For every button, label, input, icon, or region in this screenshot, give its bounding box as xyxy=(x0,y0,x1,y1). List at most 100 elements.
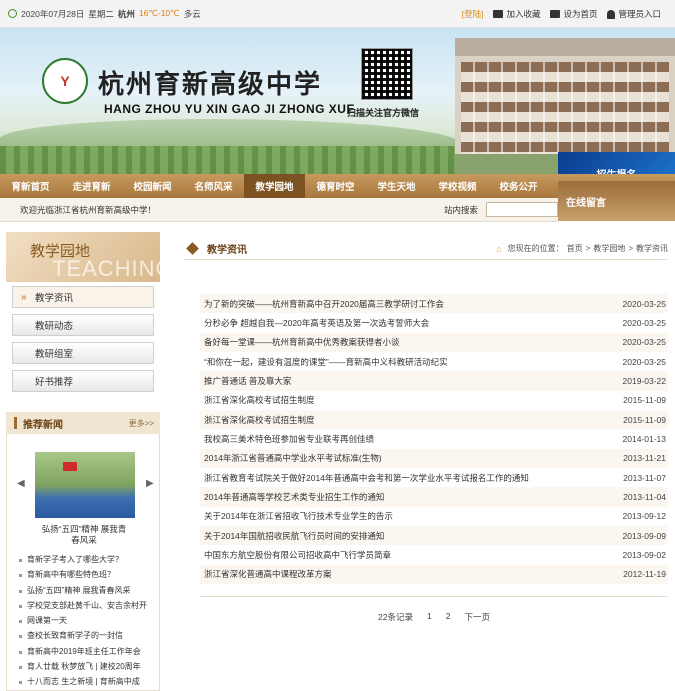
login-link[interactable]: [登陆] xyxy=(462,8,484,20)
page-link-2[interactable]: 2 xyxy=(446,611,451,623)
news-row[interactable]: 2014年浙江省普通高中学业水平考试标准(生物) 2013-11-21 xyxy=(200,448,668,469)
breadcrumb: ⌂ 您现在的位置： 首页 > 教学园地 > 教学资讯 xyxy=(496,243,668,254)
news-title[interactable]: 关于2014年在浙江省招收飞行技术专业学生的告示 xyxy=(204,510,615,522)
recommend-item[interactable]: 育新高中2019年班主任工作年会 xyxy=(17,644,157,659)
date-weather: 2020年07月28日 星期二 杭州 16℃-10℃ 多云 xyxy=(0,8,201,20)
nav-item[interactable]: 学生天地 xyxy=(366,174,427,198)
sidebar-menu-item[interactable]: 教研组室 xyxy=(12,342,154,364)
news-title[interactable]: 中国东方航空股份有限公司招收高中飞行学员简章 xyxy=(204,549,615,561)
news-row[interactable]: 2014年普通高等学校艺术类专业招生工作的通知 2013-11-04 xyxy=(200,487,668,507)
news-row[interactable]: 浙江省教育考试院关于做好2014年普通高中会考和第一次学业水平考试报名工作的通知… xyxy=(200,468,668,487)
news-row[interactable]: “和你在一起，建设有温度的课堂”——育新高中义科教研活动纪实 2020-03-25 xyxy=(200,352,668,371)
monitor-icon xyxy=(550,10,561,19)
breadcrumb-section[interactable]: 教学园地 xyxy=(593,243,625,254)
online-message-button[interactable]: 在线留言 xyxy=(558,181,675,221)
nav-item[interactable]: 德育时空 xyxy=(305,174,366,198)
news-row[interactable]: 为了新的突破——杭州育新高中召开2020届高三教学研讨工作会 2020-03-25 xyxy=(200,294,668,314)
recommend-box: ◀ ▶ 弘扬“五四”精神 展我青 春风采 育新学子考入了哪些大学？ 育新高中有哪些… xyxy=(6,434,160,691)
school-logo-icon[interactable]: Y xyxy=(42,58,88,104)
next-arrow-icon[interactable]: ▶ xyxy=(146,478,154,489)
news-row[interactable]: 推广普通话 普及靠大家 2019-03-22 xyxy=(200,371,668,391)
next-page-link[interactable]: 下一页 xyxy=(464,611,490,623)
nav-item[interactable]: 校务公开 xyxy=(488,174,549,198)
recommend-item[interactable]: 育新学子考入了哪些大学？ xyxy=(17,552,157,567)
nav-item[interactable]: 学校视频 xyxy=(427,174,488,198)
date-text: 2020年07月28日 xyxy=(21,8,85,19)
news-photo[interactable] xyxy=(35,452,135,518)
news-title[interactable]: 备好每一堂课——杭州育新高中优秀教案获得者小谈 xyxy=(204,336,615,348)
favorite-link[interactable]: 加入收藏 xyxy=(493,8,540,20)
clock-icon xyxy=(8,9,17,18)
news-date: 2020-03-25 xyxy=(622,337,666,348)
sidebar-menu-item[interactable]: 教研动态 xyxy=(12,314,154,336)
news-row[interactable]: 备好每一堂课——杭州育新高中优秀教案获得者小谈 2020-03-25 xyxy=(200,332,668,353)
recommend-item[interactable]: 育新高中有哪些特色班？ xyxy=(17,567,157,582)
news-row[interactable]: 关于2014年在浙江省招收飞行技术专业学生的告示 2013-09-12 xyxy=(200,507,668,526)
recommend-item[interactable]: 网课第一天 xyxy=(17,613,157,628)
more-link[interactable]: 更多>> xyxy=(129,418,154,429)
news-title[interactable]: 分秒必争 超越自我—2020年高考英语及第一次选考誓师大会 xyxy=(204,317,615,329)
recommend-title: 推荐新闻 xyxy=(23,419,63,431)
news-title[interactable]: 推广普通话 普及靠大家 xyxy=(204,375,615,387)
nav-item[interactable]: 校园新闻 xyxy=(122,174,183,198)
recommend-item[interactable]: 查校长致育新学子的一封信 xyxy=(17,628,157,643)
news-title[interactable]: 浙江省深化高校考试招生制度 xyxy=(204,414,615,426)
breadcrumb-home[interactable]: 首页 xyxy=(567,243,583,254)
city-text: 杭州 xyxy=(117,8,135,19)
qr-code-icon xyxy=(361,48,413,100)
news-title[interactable]: 我校高三美术特色班参加省专业联考再创佳绩 xyxy=(204,433,615,445)
news-title[interactable]: 浙江省深化高校考试招生制度 xyxy=(204,394,615,406)
nav-item[interactable]: 育新首页 xyxy=(0,174,61,198)
news-date: 2020-03-25 xyxy=(622,356,666,367)
news-date: 2013-11-21 xyxy=(623,453,666,464)
banner-trees xyxy=(0,146,460,174)
news-row[interactable]: 浙江省深化普通高中课程改革方案 2012-11-19 xyxy=(200,564,668,585)
homepage-link[interactable]: 设为首页 xyxy=(550,8,597,20)
news-title[interactable]: 2014年浙江省普通高中学业水平考试标准(生物) xyxy=(204,452,615,464)
sidebar-menu-item[interactable]: 好书推荐 xyxy=(12,370,154,392)
weather-text: 多云 xyxy=(183,8,201,19)
news-title[interactable]: 关于2014年国航招收民航飞行员时间的安排通知 xyxy=(204,530,615,542)
news-date: 2015-11-09 xyxy=(623,414,666,425)
news-row[interactable]: 浙江省深化高校考试招生制度 2015-11-09 xyxy=(200,410,668,430)
user-icon xyxy=(607,9,616,19)
diamond-icon xyxy=(186,242,199,255)
school-name-en: HANG ZHOU YU XIN GAO JI ZHONG XUE xyxy=(104,102,355,116)
top-bar: 2020年07月28日 星期二 杭州 16℃-10℃ 多云 [登陆] 加入收藏 … xyxy=(0,0,675,28)
news-row[interactable]: 关于2014年国航招收民航飞行员时间的安排通知 2013-09-09 xyxy=(200,526,668,546)
search-label: 站内搜索 xyxy=(443,204,478,215)
news-title[interactable]: 浙江省教育考试院关于做好2014年普通高中会考和第一次学业水平考试报名工作的通知 xyxy=(204,472,615,484)
school-name-cn: 杭州育新高级中学 xyxy=(98,70,323,100)
news-row[interactable]: 浙江省深化高校考试招生制度 2015-11-09 xyxy=(200,391,668,410)
recommend-header: 推荐新闻 更多>> xyxy=(6,412,160,434)
welcome-message: 欢迎光临浙江省杭州育新高级中学！ xyxy=(20,204,157,215)
news-date: 2013-09-12 xyxy=(622,511,666,522)
prev-arrow-icon[interactable]: ◀ xyxy=(17,478,25,489)
nav-item[interactable]: 教学园地 xyxy=(244,174,305,198)
photo-caption[interactable]: 弘扬“五四”精神 展我青 春风采 xyxy=(7,524,161,546)
recommend-item[interactable]: 十八而志 生之新境 | 育新高中成 xyxy=(17,674,157,689)
news-title[interactable]: “和你在一起，建设有温度的课堂”——育新高中义科教研活动纪实 xyxy=(204,356,615,368)
enroll-button[interactable]: 招生报名 xyxy=(558,152,675,174)
news-row[interactable]: 我校高三美术特色班参加省专业联考再创佳绩 2014-01-13 xyxy=(200,429,668,448)
recommend-item[interactable]: 弘扬“五四”精神 展我青春风采 xyxy=(17,583,157,598)
page-link-1[interactable]: 1 xyxy=(427,611,432,623)
news-date: 2013-11-07 xyxy=(623,472,666,483)
news-title[interactable]: 浙江省深化普通高中课程改革方案 xyxy=(204,568,615,580)
news-row[interactable]: 分秒必争 超越自我—2020年高考英语及第一次选考誓师大会 2020-03-25 xyxy=(200,313,668,332)
recommend-item[interactable]: 学校党支部赴黄千山、安吉余村开 xyxy=(17,598,157,613)
news-row[interactable]: 中国东方航空股份有限公司招收高中飞行学员简章 2013-09-02 xyxy=(200,545,668,564)
nav-item[interactable]: 名师风采 xyxy=(183,174,244,198)
news-list: 为了新的突破——杭州育新高中召开2020届高三教学研讨工作会 2020-03-25… xyxy=(200,294,668,585)
sidebar-menu-item[interactable]: 教学资讯 xyxy=(12,286,154,308)
admin-link[interactable]: 管理员入口 xyxy=(607,8,661,20)
breadcrumb-current[interactable]: 教学资讯 xyxy=(636,243,668,254)
search-input[interactable] xyxy=(486,202,558,217)
weekday-text: 星期二 xyxy=(88,8,114,19)
news-title[interactable]: 2014年普通高等学校艺术类专业招生工作的通知 xyxy=(204,491,615,503)
recommend-item[interactable]: 育人廿载 秋梦放飞 | 建校20周年 xyxy=(17,659,157,674)
nav-item[interactable]: 走进育新 xyxy=(61,174,122,198)
flag-icon xyxy=(63,462,77,471)
qr-caption: 扫描关注官方微信 xyxy=(347,108,420,118)
news-title[interactable]: 为了新的突破——杭州育新高中召开2020届高三教学研讨工作会 xyxy=(204,298,615,310)
